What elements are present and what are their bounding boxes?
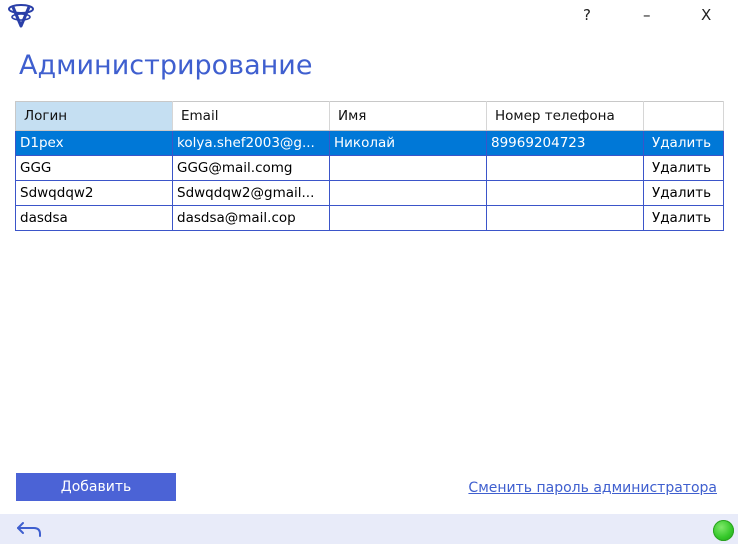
back-arrow-icon[interactable] — [16, 519, 42, 539]
table-row[interactable]: GGG GGG@mail.comg Удалить — [15, 155, 724, 181]
cell-name[interactable]: Николай — [329, 130, 487, 156]
delete-button[interactable]: Удалить — [643, 205, 724, 231]
cell-login[interactable]: dasdsa — [15, 205, 173, 231]
cell-email[interactable]: kolya.shef2003@g... — [172, 130, 330, 156]
table-row[interactable]: dasdsa dasdsa@mail.cop Удалить — [15, 205, 724, 231]
table-header-row: Логин Email Имя Номер телефона — [15, 101, 724, 131]
cell-email[interactable]: GGG@mail.comg — [172, 155, 330, 181]
column-header-actions — [643, 101, 724, 131]
close-button[interactable]: X — [701, 6, 711, 24]
users-table: Логин Email Имя Номер телефона D1pex kol… — [15, 101, 724, 231]
status-bar — [0, 514, 738, 544]
add-user-button[interactable]: Добавить — [16, 473, 176, 501]
connection-status-indicator — [713, 520, 734, 541]
table-row[interactable]: Sdwqdqw2 Sdwqdqw2@gmail... Удалить — [15, 180, 724, 206]
cell-login[interactable]: GGG — [15, 155, 173, 181]
delete-button[interactable]: Удалить — [643, 130, 724, 156]
table-row[interactable]: D1pex kolya.shef2003@g... Николай 899692… — [15, 130, 724, 156]
change-admin-password-link[interactable]: Сменить пароль администратора — [468, 480, 717, 496]
help-button[interactable]: ? — [583, 6, 591, 24]
delete-button[interactable]: Удалить — [643, 180, 724, 206]
app-logo-icon — [6, 3, 36, 29]
cell-name[interactable] — [329, 155, 487, 181]
cell-login[interactable]: Sdwqdqw2 — [15, 180, 173, 206]
cell-name[interactable] — [329, 205, 487, 231]
cell-phone[interactable]: 89969204723 — [486, 130, 644, 156]
page-title: Администрирование — [19, 50, 313, 81]
cell-email[interactable]: dasdsa@mail.cop — [172, 205, 330, 231]
cell-email[interactable]: Sdwqdqw2@gmail... — [172, 180, 330, 206]
cell-phone[interactable] — [486, 155, 644, 181]
minimize-button[interactable]: – — [643, 6, 651, 24]
cell-phone[interactable] — [486, 180, 644, 206]
cell-phone[interactable] — [486, 205, 644, 231]
cell-login[interactable]: D1pex — [15, 130, 173, 156]
column-header-login[interactable]: Логин — [15, 101, 173, 131]
delete-button[interactable]: Удалить — [643, 155, 724, 181]
column-header-name[interactable]: Имя — [329, 101, 487, 131]
cell-name[interactable] — [329, 180, 487, 206]
column-header-phone[interactable]: Номер телефона — [486, 101, 644, 131]
column-header-email[interactable]: Email — [172, 101, 330, 131]
